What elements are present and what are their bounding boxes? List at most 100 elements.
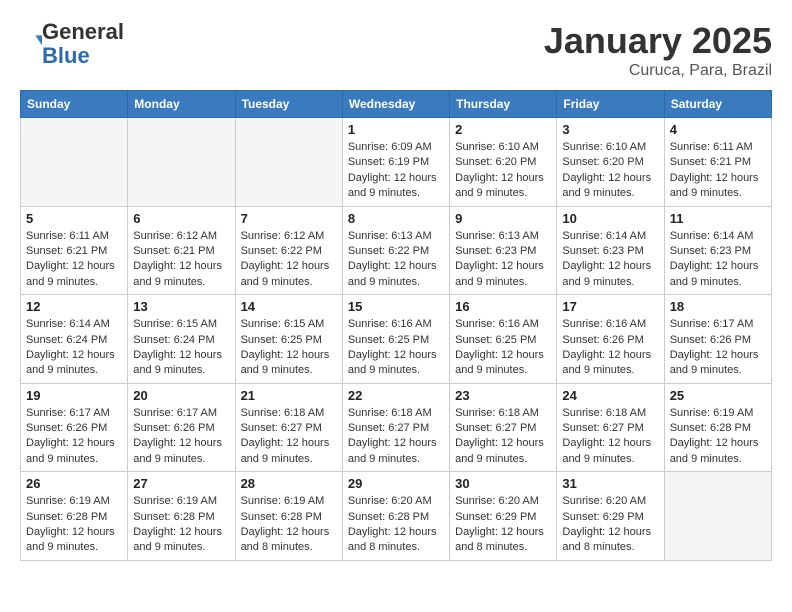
day-number: 12 bbox=[26, 299, 122, 314]
day-info: Sunrise: 6:13 AM Sunset: 6:22 PM Dayligh… bbox=[348, 229, 444, 291]
calendar-cell: 10 Sunrise: 6:14 AM Sunset: 6:23 PM Dayli… bbox=[557, 206, 664, 295]
day-number: 21 bbox=[241, 388, 337, 403]
calendar-cell: 6Sunrise: 6:12 AM Sunset: 6:21 PM Daylig… bbox=[128, 206, 235, 295]
day-info: Sunrise: 6:17 AM Sunset: 6:26 PM Dayligh… bbox=[133, 406, 229, 468]
day-info: Sunrise: 6:09 AM Sunset: 6:19 PM Dayligh… bbox=[348, 140, 444, 202]
day-number: 25 bbox=[670, 388, 766, 403]
day-info: Sunrise: 6:16 AM Sunset: 6:25 PM Dayligh… bbox=[348, 317, 444, 379]
calendar-cell: 5Sunrise: 6:11 AM Sunset: 6:21 PM Daylig… bbox=[21, 206, 128, 295]
day-number: 6 bbox=[133, 211, 229, 226]
calendar-cell: 22 Sunrise: 6:18 AM Sunset: 6:27 PM Dayli… bbox=[342, 383, 449, 472]
calendar-cell: 1 Sunrise: 6:09 AM Sunset: 6:19 PM Daylig… bbox=[342, 118, 449, 207]
calendar-cell: 27 Sunrise: 6:19 AM Sunset: 6:28 PM Dayli… bbox=[128, 472, 235, 561]
day-info: Sunrise: 6:17 AM Sunset: 6:26 PM Dayligh… bbox=[670, 317, 766, 379]
day-number: 10 bbox=[562, 211, 658, 226]
calendar-cell: 25 Sunrise: 6:19 AM Sunset: 6:28 PM Dayli… bbox=[664, 383, 771, 472]
day-info: Sunrise: 6:13 AM Sunset: 6:23 PM Dayligh… bbox=[455, 229, 551, 291]
day-number: 15 bbox=[348, 299, 444, 314]
day-number: 27 bbox=[133, 476, 229, 491]
day-info: Sunrise: 6:10 AM Sunset: 6:20 PM Dayligh… bbox=[562, 140, 658, 202]
weekday-header: Sunday bbox=[21, 91, 128, 118]
calendar-week-row: 19 Sunrise: 6:17 AM Sunset: 6:26 PM Dayli… bbox=[21, 383, 772, 472]
calendar-cell: 28 Sunrise: 6:19 AM Sunset: 6:28 PM Dayli… bbox=[235, 472, 342, 561]
title-block: January 2025 Curuca, Para, Brazil bbox=[544, 20, 772, 80]
calendar-cell: 23Sunrise: 6:18 AM Sunset: 6:27 PM Dayli… bbox=[450, 383, 557, 472]
day-number: 19 bbox=[26, 388, 122, 403]
calendar-cell: 15 Sunrise: 6:16 AM Sunset: 6:25 PM Dayli… bbox=[342, 295, 449, 384]
day-number: 28 bbox=[241, 476, 337, 491]
day-info: Sunrise: 6:17 AM Sunset: 6:26 PM Dayligh… bbox=[26, 406, 122, 468]
logo-general: General bbox=[42, 19, 124, 44]
day-number: 1 bbox=[348, 122, 444, 137]
day-number: 30 bbox=[455, 476, 551, 491]
day-number: 16 bbox=[455, 299, 551, 314]
day-info: Sunrise: 6:15 AM Sunset: 6:24 PM Dayligh… bbox=[133, 317, 229, 379]
weekday-header-row: SundayMondayTuesdayWednesdayThursdayFrid… bbox=[21, 91, 772, 118]
calendar-cell: 24 Sunrise: 6:18 AM Sunset: 6:27 PM Dayli… bbox=[557, 383, 664, 472]
calendar-cell: 18 Sunrise: 6:17 AM Sunset: 6:26 PM Dayli… bbox=[664, 295, 771, 384]
logo-text: General Blue bbox=[42, 20, 124, 68]
calendar-cell: 30 Sunrise: 6:20 AM Sunset: 6:29 PM Dayli… bbox=[450, 472, 557, 561]
day-info: Sunrise: 6:16 AM Sunset: 6:25 PM Dayligh… bbox=[455, 317, 551, 379]
day-number: 20 bbox=[133, 388, 229, 403]
day-info: Sunrise: 6:19 AM Sunset: 6:28 PM Dayligh… bbox=[133, 494, 229, 556]
day-number: 31 bbox=[562, 476, 658, 491]
calendar-cell: 7 Sunrise: 6:12 AM Sunset: 6:22 PM Daylig… bbox=[235, 206, 342, 295]
calendar-cell: 12Sunrise: 6:14 AM Sunset: 6:24 PM Dayli… bbox=[21, 295, 128, 384]
calendar-cell bbox=[664, 472, 771, 561]
day-info: Sunrise: 6:19 AM Sunset: 6:28 PM Dayligh… bbox=[670, 406, 766, 468]
page-header: General Blue January 2025 Curuca, Para, … bbox=[20, 20, 772, 80]
logo-blue: Blue bbox=[42, 43, 90, 68]
logo-icon bbox=[22, 32, 42, 52]
day-number: 8 bbox=[348, 211, 444, 226]
calendar-cell: 2Sunrise: 6:10 AM Sunset: 6:20 PM Daylig… bbox=[450, 118, 557, 207]
day-number: 7 bbox=[241, 211, 337, 226]
day-info: Sunrise: 6:16 AM Sunset: 6:26 PM Dayligh… bbox=[562, 317, 658, 379]
calendar-cell: 19 Sunrise: 6:17 AM Sunset: 6:26 PM Dayli… bbox=[21, 383, 128, 472]
calendar-cell bbox=[128, 118, 235, 207]
day-info: Sunrise: 6:15 AM Sunset: 6:25 PM Dayligh… bbox=[241, 317, 337, 379]
day-number: 2 bbox=[455, 122, 551, 137]
day-info: Sunrise: 6:18 AM Sunset: 6:27 PM Dayligh… bbox=[455, 406, 551, 468]
calendar-cell: 29Sunrise: 6:20 AM Sunset: 6:28 PM Dayli… bbox=[342, 472, 449, 561]
day-info: Sunrise: 6:14 AM Sunset: 6:23 PM Dayligh… bbox=[670, 229, 766, 291]
day-info: Sunrise: 6:11 AM Sunset: 6:21 PM Dayligh… bbox=[670, 140, 766, 202]
weekday-header: Monday bbox=[128, 91, 235, 118]
day-info: Sunrise: 6:18 AM Sunset: 6:27 PM Dayligh… bbox=[562, 406, 658, 468]
location: Curuca, Para, Brazil bbox=[544, 62, 772, 80]
day-info: Sunrise: 6:12 AM Sunset: 6:22 PM Dayligh… bbox=[241, 229, 337, 291]
day-number: 11 bbox=[670, 211, 766, 226]
calendar-week-row: 26 Sunrise: 6:19 AM Sunset: 6:28 PM Dayli… bbox=[21, 472, 772, 561]
day-info: Sunrise: 6:18 AM Sunset: 6:27 PM Dayligh… bbox=[241, 406, 337, 468]
day-number: 17 bbox=[562, 299, 658, 314]
calendar-cell: 31Sunrise: 6:20 AM Sunset: 6:29 PM Dayli… bbox=[557, 472, 664, 561]
calendar-cell: 20 Sunrise: 6:17 AM Sunset: 6:26 PM Dayli… bbox=[128, 383, 235, 472]
day-number: 9 bbox=[455, 211, 551, 226]
calendar-cell: 21 Sunrise: 6:18 AM Sunset: 6:27 PM Dayli… bbox=[235, 383, 342, 472]
calendar-cell: 9 Sunrise: 6:13 AM Sunset: 6:23 PM Daylig… bbox=[450, 206, 557, 295]
calendar-cell: 14 Sunrise: 6:15 AM Sunset: 6:25 PM Dayli… bbox=[235, 295, 342, 384]
day-number: 18 bbox=[670, 299, 766, 314]
month-title: January 2025 bbox=[544, 20, 772, 62]
day-number: 14 bbox=[241, 299, 337, 314]
day-info: Sunrise: 6:14 AM Sunset: 6:23 PM Dayligh… bbox=[562, 229, 658, 291]
calendar-week-row: 1 Sunrise: 6:09 AM Sunset: 6:19 PM Daylig… bbox=[21, 118, 772, 207]
weekday-header: Wednesday bbox=[342, 91, 449, 118]
calendar-cell: 8 Sunrise: 6:13 AM Sunset: 6:22 PM Daylig… bbox=[342, 206, 449, 295]
calendar-cell: 17 Sunrise: 6:16 AM Sunset: 6:26 PM Dayli… bbox=[557, 295, 664, 384]
calendar-week-row: 12Sunrise: 6:14 AM Sunset: 6:24 PM Dayli… bbox=[21, 295, 772, 384]
calendar-cell: 11 Sunrise: 6:14 AM Sunset: 6:23 PM Dayli… bbox=[664, 206, 771, 295]
day-info: Sunrise: 6:20 AM Sunset: 6:29 PM Dayligh… bbox=[455, 494, 551, 556]
day-info: Sunrise: 6:19 AM Sunset: 6:28 PM Dayligh… bbox=[241, 494, 337, 556]
weekday-header: Friday bbox=[557, 91, 664, 118]
calendar-cell: 26Sunrise: 6:19 AM Sunset: 6:28 PM Dayli… bbox=[21, 472, 128, 561]
day-number: 29 bbox=[348, 476, 444, 491]
weekday-header: Thursday bbox=[450, 91, 557, 118]
day-number: 26 bbox=[26, 476, 122, 491]
day-number: 3 bbox=[562, 122, 658, 137]
weekday-header: Tuesday bbox=[235, 91, 342, 118]
day-info: Sunrise: 6:18 AM Sunset: 6:27 PM Dayligh… bbox=[348, 406, 444, 468]
weekday-header: Saturday bbox=[664, 91, 771, 118]
day-number: 24 bbox=[562, 388, 658, 403]
day-number: 22 bbox=[348, 388, 444, 403]
